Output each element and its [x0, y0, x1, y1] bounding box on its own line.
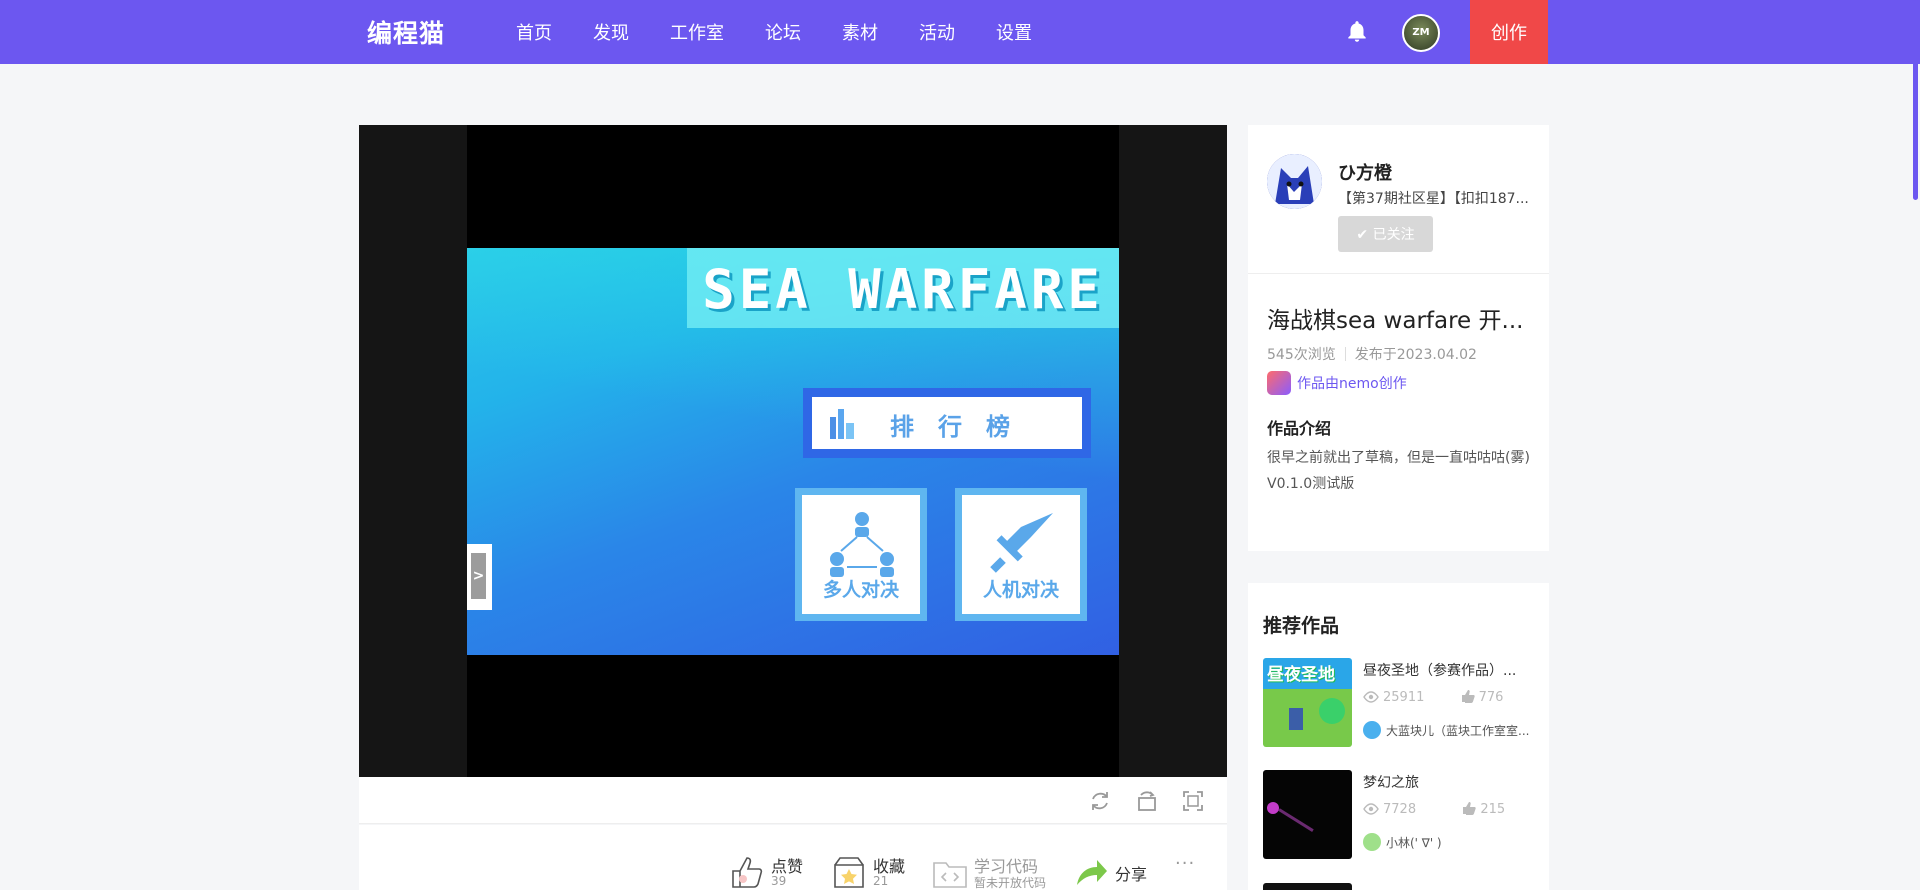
recommended-thumbnail[interactable]: [1263, 770, 1352, 859]
leaderboard-label: 排行榜: [890, 413, 1034, 441]
author-name: 大蓝块儿（蓝块工作室室...: [1386, 723, 1530, 738]
nav-materials[interactable]: 素材: [842, 19, 878, 45]
thumbnail-art: [1289, 708, 1303, 730]
favorite-count: 21: [873, 874, 889, 888]
game-screen[interactable]: SEA WARFARE 排行榜 多人对决 人机对决 >: [467, 248, 1119, 655]
game-player: SEA WARFARE 排行榜 多人对决 人机对决 >: [359, 125, 1227, 777]
share-arrow-icon: [1077, 860, 1107, 885]
intro-heading: 作品介绍: [1267, 419, 1332, 438]
create-button[interactable]: 创作: [1470, 0, 1548, 64]
work-info-card: ひ方橙 【第37期社区星】【扣扣187... ✔ 已关注 海战棋sea warf…: [1248, 125, 1549, 551]
top-navbar: 编程猫 首页 发现 工作室 论坛 素材 活动 设置 ZM 创作: [0, 0, 1920, 64]
leaderboard-icon: [830, 409, 854, 439]
followed-button[interactable]: ✔ 已关注: [1338, 216, 1433, 252]
author-avatar[interactable]: [1267, 154, 1322, 209]
main-nav: 首页 发现 工作室 论坛 素材 活动 设置: [516, 0, 1073, 64]
recommended-heading: 推荐作品: [1263, 615, 1340, 637]
thumb-up-icon: [1461, 690, 1475, 703]
eye-icon: [1363, 691, 1379, 703]
author-mini-avatar: [1363, 721, 1381, 739]
view-count: 25911: [1383, 690, 1425, 705]
thumb-up-icon: [1463, 802, 1477, 815]
author-name: 小林(' ∇' ): [1386, 835, 1442, 850]
author-badge: 【第37期社区星】【扣扣187...: [1338, 191, 1529, 207]
thumbnail-art: [1278, 808, 1314, 832]
page-scrollbar[interactable]: [1913, 0, 1918, 200]
more-options-button[interactable]: ···: [1175, 853, 1195, 874]
site-logo[interactable]: 编程猫: [367, 14, 445, 50]
recommended-item[interactable]: 梦幻之旅 7728 215 小林(' ∇' ): [1263, 770, 1543, 862]
vs-ai-label: 人机对决: [982, 579, 1059, 601]
side-panel-toggle[interactable]: >: [467, 544, 492, 610]
side-tab-arrow: >: [471, 553, 486, 599]
author-mini-avatar: [1363, 833, 1381, 851]
nav-settings[interactable]: 设置: [996, 19, 1032, 45]
intro-line: 很早之前就出了草稿，但是一直咕咕咕(雾): [1267, 450, 1530, 466]
recommended-title[interactable]: 昼夜圣地（参赛作品）...: [1363, 660, 1538, 680]
thumbnail-art: [1267, 802, 1279, 814]
recommended-title[interactable]: 梦幻之旅: [1363, 772, 1538, 792]
like-count: 215: [1480, 802, 1506, 817]
game-stage[interactable]: SEA WARFARE 排行榜 多人对决 人机对决 >: [467, 125, 1119, 777]
sword-icon: [990, 513, 1053, 573]
recommended-stats: 7728 215: [1363, 801, 1505, 817]
user-avatar[interactable]: ZM: [1402, 14, 1440, 52]
recommended-author[interactable]: 大蓝块儿（蓝块工作室室...: [1363, 720, 1529, 740]
recommended-item[interactable]: 昼夜圣地 昼夜圣地（参赛作品）... 25911 776 大蓝块儿（蓝块工作室室…: [1263, 658, 1543, 750]
multiplayer-button[interactable]: 多人对决: [795, 488, 927, 621]
nav-forum[interactable]: 论坛: [765, 19, 801, 45]
rotate-screen-icon[interactable]: [1135, 789, 1159, 813]
intro-text: 很早之前就出了草稿，但是一直咕咕咕(雾) V0.1.0测试版: [1267, 445, 1532, 497]
meta-separator: [1344, 347, 1346, 361]
view-count: 7728: [1383, 802, 1417, 817]
work-action-bar: 点赞 39 收藏 21 学习代码 暂未开放代码 分享 ···: [359, 825, 1227, 890]
learn-code-sub: 暂未开放代码: [974, 876, 1047, 890]
recommended-author[interactable]: 小林(' ∇' ): [1363, 832, 1442, 852]
made-with-nemo[interactable]: 作品由nemo创作: [1267, 371, 1407, 395]
recommended-thumbnail-partial[interactable]: [1263, 883, 1352, 890]
like-count: 39: [771, 874, 787, 888]
eye-icon: [1363, 803, 1379, 815]
thumbnail-art: [1319, 698, 1345, 724]
game-title-banner: SEA WARFARE: [687, 248, 1119, 328]
work-meta: 545次浏览 发布于2023.04.02: [1267, 344, 1477, 364]
code-folder-icon: [933, 862, 967, 888]
multiplayer-icon: [830, 512, 894, 577]
multiplayer-label: 多人对决: [822, 579, 899, 601]
made-with-label: 作品由nemo创作: [1297, 376, 1407, 392]
bell-icon[interactable]: [1344, 19, 1370, 45]
like-count: 776: [1478, 690, 1504, 705]
restart-icon[interactable]: [1088, 789, 1112, 813]
work-title: 海战棋sea warfare 开...: [1267, 308, 1524, 334]
view-count: 545次浏览: [1267, 347, 1336, 363]
vs-ai-button[interactable]: 人机对决: [955, 488, 1087, 621]
thumbnail-caption: 昼夜圣地: [1267, 665, 1335, 685]
leaderboard-button[interactable]: 排行榜: [803, 388, 1091, 458]
game-title: SEA WARFARE: [702, 258, 1104, 321]
nav-home[interactable]: 首页: [516, 19, 552, 45]
intro-line: V0.1.0测试版: [1267, 476, 1355, 492]
nemo-app-icon: [1267, 371, 1291, 395]
like-hand-icon: [732, 857, 763, 888]
nav-events[interactable]: 活动: [919, 19, 955, 45]
recommended-stats: 25911 776: [1363, 689, 1503, 705]
nav-studio[interactable]: 工作室: [670, 19, 724, 45]
author-name[interactable]: ひ方橙: [1338, 159, 1392, 185]
favorite-box-icon: [834, 857, 864, 888]
share-label: 分享: [1115, 865, 1148, 884]
recommended-thumbnail[interactable]: 昼夜圣地: [1263, 658, 1352, 747]
publish-date: 发布于2023.04.02: [1354, 347, 1477, 363]
player-controls: [359, 777, 1227, 824]
divider: [1248, 273, 1549, 274]
fullscreen-icon[interactable]: [1181, 789, 1205, 813]
recommended-works-card: 推荐作品 昼夜圣地 昼夜圣地（参赛作品）... 25911 776 大蓝块儿（蓝…: [1248, 583, 1549, 890]
nav-discover[interactable]: 发现: [593, 19, 629, 45]
avatar-text: ZM: [1412, 27, 1430, 38]
